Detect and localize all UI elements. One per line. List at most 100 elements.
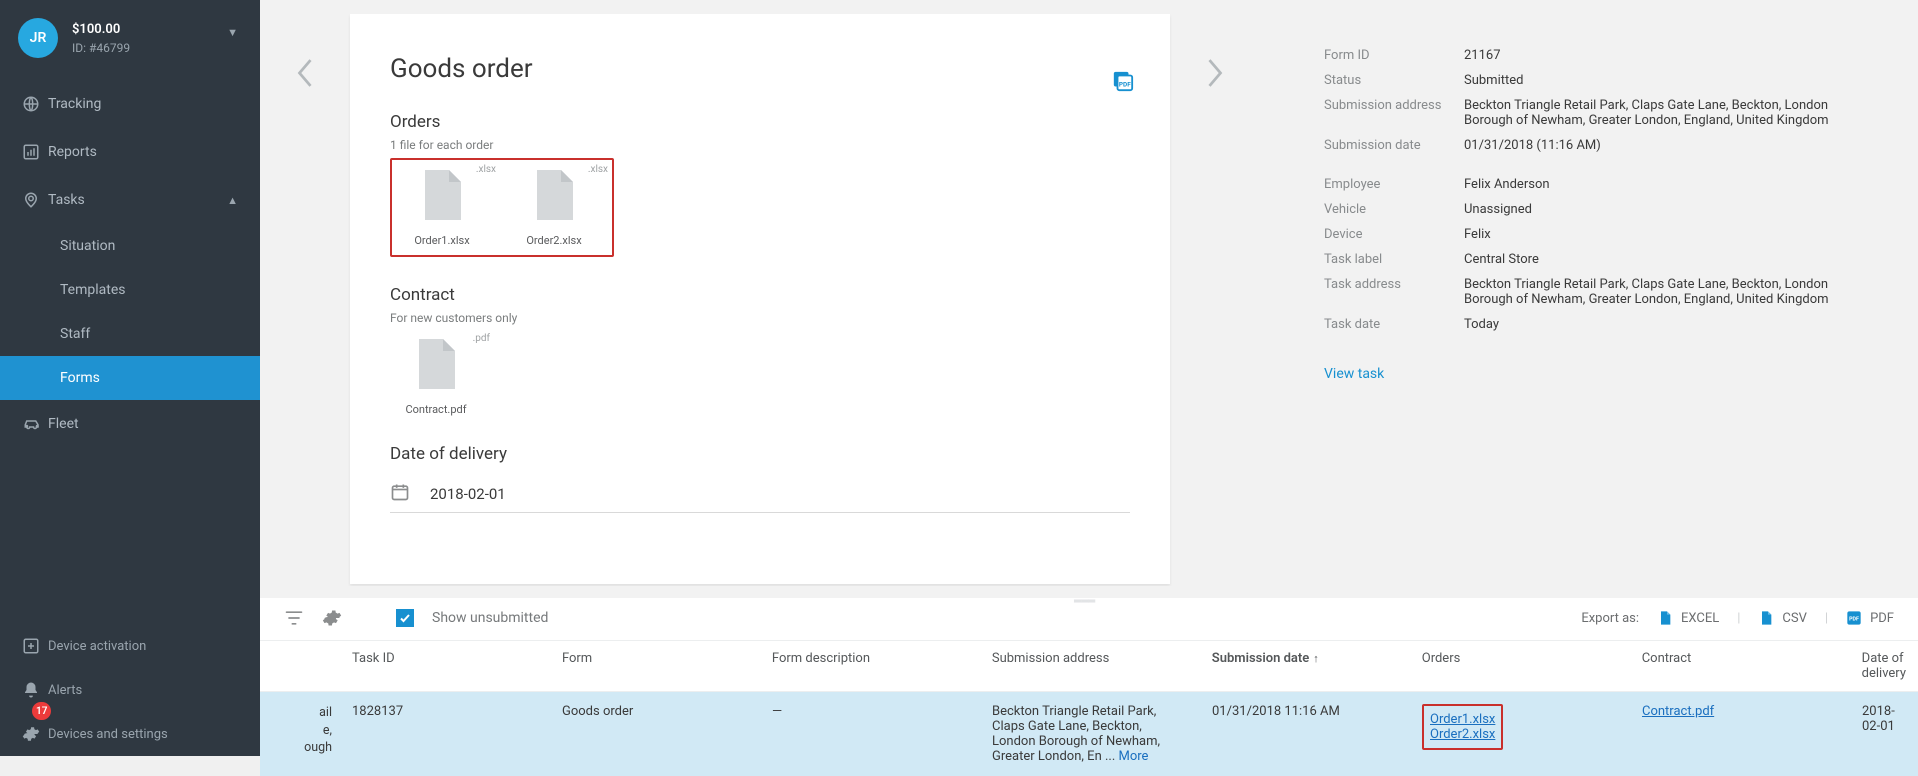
meta-key: Device [1324, 227, 1464, 242]
meta-value: 01/31/2018 (11:16 AM) [1464, 138, 1878, 153]
sidebar-item-label: Templates [60, 282, 238, 298]
meta-key: Task address [1324, 277, 1464, 307]
col-sub-date[interactable]: Submission date↑ [1200, 641, 1410, 691]
sidebar-item-label: Device activation [48, 639, 238, 654]
date-of-delivery-field[interactable]: 2018-02-01 [390, 482, 1130, 513]
view-task-link[interactable]: View task [1324, 366, 1384, 382]
meta-key: Submission address [1324, 98, 1464, 128]
meta-key: Form ID [1324, 48, 1464, 63]
export-pdf-button[interactable]: PDF PDF [1846, 610, 1894, 626]
chevron-up-icon: ▲ [227, 194, 238, 207]
orders-section-heading: Orders [390, 112, 1130, 132]
meta-value: 21167 [1464, 48, 1878, 63]
export-excel-button[interactable]: EXCEL [1657, 609, 1719, 627]
meta-value: Submitted [1464, 73, 1878, 88]
col-orders[interactable]: Orders [1410, 641, 1630, 691]
cell-orders: Order1.xlsx Order2.xlsx [1410, 692, 1630, 776]
form-meta-panel: Form ID21167 StatusSubmitted Submission … [1260, 0, 1918, 382]
sidebar-item-templates[interactable]: Templates [0, 268, 260, 312]
sidebar-item-tracking[interactable]: Tracking [0, 80, 260, 128]
order-file-link[interactable]: Order1.xlsx [1430, 712, 1495, 727]
sidebar-item-label: Reports [48, 144, 238, 160]
export-as-label: Export as: [1581, 611, 1639, 626]
cell-task-id: 1828137 [340, 692, 550, 776]
sidebar-item-device-activation[interactable]: Device activation [0, 624, 260, 668]
file-name: Contract.pdf [390, 403, 482, 416]
file-tile[interactable]: .pdf Contract.pdf [390, 335, 482, 416]
contract-files-group: .pdf Contract.pdf [390, 335, 1130, 416]
table-row[interactable]: ail e, ough 1828137 Goods order — Beckto… [260, 692, 1918, 776]
next-record-button[interactable] [1170, 0, 1260, 91]
cell-form: Goods order [550, 692, 760, 776]
contract-section-note: For new customers only [390, 311, 1130, 325]
file-extension: .xlsx [476, 164, 496, 175]
plus-box-icon [22, 636, 48, 656]
meta-value: Felix [1464, 227, 1878, 242]
sidebar-item-staff[interactable]: Staff [0, 312, 260, 356]
meta-value: Beckton Triangle Retail Park, Claps Gate… [1464, 277, 1878, 307]
cell-deliv: 2018-02-01 [1850, 692, 1918, 776]
date-of-delivery-heading: Date of delivery [390, 444, 1130, 464]
sidebar-item-devices-settings[interactable]: Devices and settings [0, 712, 260, 756]
meta-key: Vehicle [1324, 202, 1464, 217]
sidebar-item-reports[interactable]: Reports [0, 128, 260, 176]
order-file-link[interactable]: Order2.xlsx [1430, 727, 1495, 742]
filter-icon[interactable] [284, 608, 304, 628]
sidebar-item-fleet[interactable]: Fleet [0, 400, 260, 448]
sidebar-item-label: Tracking [48, 96, 238, 112]
sidebar-item-label: Staff [60, 326, 238, 342]
meta-key: Task date [1324, 317, 1464, 332]
sidebar-item-tasks[interactable]: Tasks ▲ [0, 176, 260, 224]
chevron-down-icon[interactable]: ▼ [227, 26, 238, 39]
bell-icon [22, 680, 48, 700]
meta-value: Felix Anderson [1464, 177, 1878, 192]
orders-section-note: 1 file for each order [390, 138, 1130, 152]
prev-record-button[interactable] [260, 0, 350, 91]
sidebar-item-situation[interactable]: Situation [0, 224, 260, 268]
user-balance: $100.00 [72, 22, 130, 37]
file-extension: .pdf [473, 333, 490, 344]
sidebar-item-forms[interactable]: Forms [0, 356, 260, 400]
show-unsubmitted-checkbox[interactable] [396, 609, 414, 627]
meta-key: Submission date [1324, 138, 1464, 153]
address-more-link[interactable]: More [1118, 749, 1148, 764]
globe-icon [22, 94, 48, 114]
svg-text:PDF: PDF [1119, 81, 1131, 89]
export-csv-button[interactable]: CSV [1758, 609, 1806, 627]
cell-sub-address: Beckton Triangle Retail Park, Claps Gate… [980, 692, 1200, 776]
file-icon [415, 166, 469, 224]
order-files-group: .xlsx Order1.xlsx .xlsx Order2.xlsx [390, 158, 614, 257]
meta-value: Beckton Triangle Retail Park, Claps Gate… [1464, 98, 1878, 128]
user-id: ID: #46799 [72, 41, 130, 55]
file-icon [527, 166, 581, 224]
file-tile[interactable]: .xlsx Order2.xlsx [508, 166, 600, 247]
sidebar-item-label: Devices and settings [48, 727, 238, 742]
file-icon [409, 335, 463, 393]
meta-value: Today [1464, 317, 1878, 332]
col-sub-address[interactable]: Submission address [980, 641, 1200, 691]
main-content: Goods order PDF Orders 1 file for each o… [260, 0, 1918, 756]
sidebar-user-block[interactable]: JR $100.00 ID: #46799 ▼ [0, 0, 260, 80]
show-unsubmitted-label: Show unsubmitted [432, 610, 548, 626]
sidebar-item-label: Alerts [48, 683, 238, 698]
col-task-id[interactable]: Task ID [340, 641, 550, 691]
sort-asc-icon: ↑ [1313, 652, 1319, 665]
resize-handle-icon[interactable]: ═══ [1074, 596, 1104, 600]
col-form-desc[interactable]: Form description [760, 641, 980, 691]
gear-icon[interactable] [322, 608, 342, 628]
col-form[interactable]: Form [550, 641, 760, 691]
meta-value: Unassigned [1464, 202, 1878, 217]
meta-key: Employee [1324, 177, 1464, 192]
file-extension: .xlsx [588, 164, 608, 175]
export-pdf-icon[interactable]: PDF [1112, 70, 1134, 96]
form-detail-card: Goods order PDF Orders 1 file for each o… [350, 14, 1170, 584]
table-header-row: Task ID Form Form description Submission… [260, 641, 1918, 692]
cell-form-desc: — [760, 692, 980, 776]
file-tile[interactable]: .xlsx Order1.xlsx [396, 166, 488, 247]
contract-file-link[interactable]: Contract.pdf [1642, 704, 1838, 719]
avatar: JR [18, 18, 58, 58]
col-contract[interactable]: Contract [1630, 641, 1850, 691]
cell-sub-date: 01/31/2018 11:16 AM [1200, 692, 1410, 776]
col-date-deliv[interactable]: Date of delivery [1850, 641, 1918, 691]
contract-section-heading: Contract [390, 285, 1130, 305]
